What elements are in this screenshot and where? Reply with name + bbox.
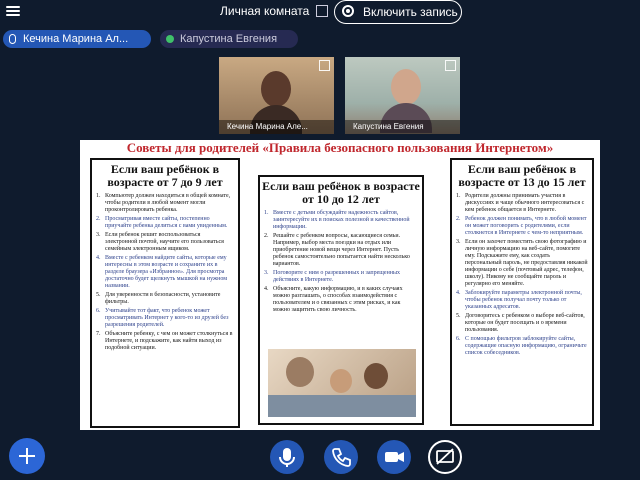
tips-list: 1. Вместе с детьми обсуждайте надежность … <box>264 210 418 314</box>
family-photo <box>268 349 416 417</box>
tip-item: 3. Если ребенок решит воспользоваться эле… <box>96 232 224 252</box>
video-name-label: Капустина Евгения <box>345 120 460 134</box>
camera-button[interactable] <box>377 440 411 474</box>
fullscreen-icon[interactable] <box>445 60 456 71</box>
tip-item: 1. Вместе с детьми обсуждайте надежность … <box>264 210 410 230</box>
tip-item: 5. Для уверенности в безопасности, устано… <box>96 292 221 305</box>
microphone-icon <box>9 34 16 44</box>
add-button[interactable] <box>9 438 45 474</box>
participant-avatar <box>391 69 421 105</box>
menu-icon[interactable] <box>6 4 20 18</box>
tip-item: 4. Заблокируйте параметры электронной поч… <box>456 290 582 310</box>
microphone-icon <box>279 448 295 467</box>
video-camera-icon <box>385 452 404 462</box>
room-title: Личная комната <box>220 4 310 18</box>
column-heading: Если ваш ребёнок в возрасте от 10 до 12 … <box>262 179 420 206</box>
tips-list: 1. Родители должны принимать участия в ди… <box>456 193 588 357</box>
column-heading: Если ваш ребёнок в возрасте от 7 до 9 ле… <box>107 162 223 189</box>
screen-share-button[interactable] <box>428 440 462 474</box>
tip-item: 4. Объясните, какую информацию, и в каких… <box>264 286 403 313</box>
tip-item: 1. Компьютер должен находиться в общей ко… <box>96 193 231 213</box>
age-column-10-12: Если ваш ребёнок в возрасте от 10 до 12 … <box>258 175 424 425</box>
video-tile[interactable]: Капустина Евгения <box>345 57 460 134</box>
tip-item: 2. Просматривая вместе сайты, постепенно … <box>96 216 228 229</box>
shared-screen-slide: Советы для родителей «Правила безопасног… <box>80 140 600 430</box>
video-name-label: Кечина Марина Але... <box>219 120 334 134</box>
tip-item: 5. Договоритесь с ребенком о выборе веб-с… <box>456 313 585 333</box>
call-button[interactable] <box>324 440 358 474</box>
participant-name: Кечина Марина Ал... <box>23 33 129 45</box>
tip-item: 1. Родители должны принимать участия в ди… <box>456 193 585 213</box>
record-icon <box>342 5 354 17</box>
microphone-button[interactable] <box>270 440 304 474</box>
video-tile[interactable]: Кечина Марина Але... <box>219 57 334 134</box>
fullscreen-icon[interactable] <box>319 60 330 71</box>
record-label: Включить запись <box>363 5 458 19</box>
participant-name: Капустина Евгения <box>180 33 278 45</box>
screen-share-icon <box>436 448 454 465</box>
tip-item: 6. С помощью фильтров заблокируйте сайты,… <box>456 336 587 356</box>
participant-chip[interactable]: Капустина Евгения <box>160 30 298 48</box>
tip-item: 2. Ребенок должен понимать, что в любой м… <box>456 216 587 236</box>
tips-list: 1. Компьютер должен находиться в общей ко… <box>96 193 234 352</box>
record-button[interactable]: Включить запись <box>334 0 462 24</box>
phone-icon <box>332 448 351 467</box>
online-status-icon <box>166 35 174 43</box>
tip-item: 6. Учитывайте тот факт, что ребенок может… <box>96 308 229 328</box>
age-column-7-9: Если ваш ребёнок в возрасте от 7 до 9 ле… <box>90 158 240 428</box>
participant-avatar <box>261 71 291 107</box>
slide-title: Советы для родителей «Правила безопасног… <box>126 140 554 155</box>
tip-item: 3. Поговорите с ним о разрешенных и запре… <box>264 270 401 283</box>
tip-item: 2. Решайте с ребенком вопросы, касающиеся… <box>264 233 410 267</box>
expand-icon[interactable] <box>316 5 328 17</box>
tip-item: 3. Если он захочет поместить свою фотогра… <box>456 239 588 287</box>
column-heading: Если ваш ребёнок в возрасте от 13 до 15 … <box>458 162 586 189</box>
participant-chip[interactable]: Кечина Марина Ал... <box>3 30 151 48</box>
tip-item: 7. Объясните ребенку, с чем он может стол… <box>96 331 233 351</box>
tip-item: 4. Вместе с ребенком найдите сайты, котор… <box>96 255 228 289</box>
top-bar: Личная комната Включить запись <box>0 0 640 26</box>
age-column-13-15: Если ваш ребёнок в возрасте от 13 до 15 … <box>450 158 594 426</box>
